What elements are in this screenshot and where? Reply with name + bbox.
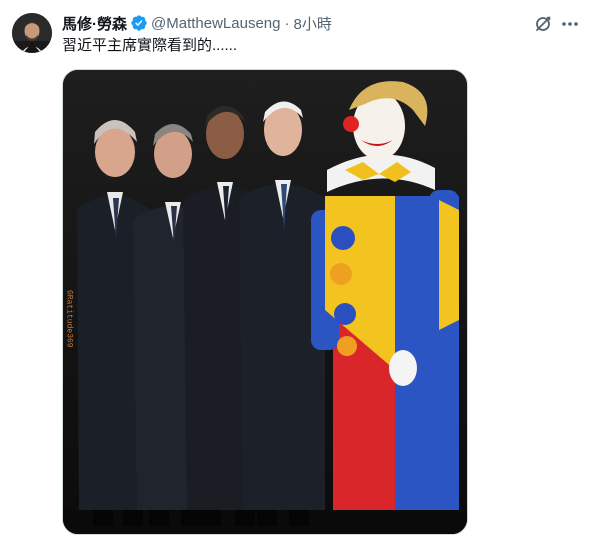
- verified-badge-icon: [130, 14, 148, 32]
- tweet-header: 馬修·勞森 @MatthewLauseng · 8小時: [62, 13, 332, 33]
- tweet-text: 習近平主席實際看到的......: [62, 37, 238, 54]
- watermark-logo: GRatitude369: [65, 290, 74, 348]
- timestamp[interactable]: 8小時: [293, 13, 331, 34]
- svg-text:GRatitude369: GRatitude369: [65, 290, 74, 348]
- author-name[interactable]: 馬修·勞森: [62, 13, 127, 34]
- tweet-media-image[interactable]: GRatitude369: [62, 69, 468, 535]
- separator-dot: ·: [284, 14, 290, 32]
- tweet[interactable]: 馬修·勞森 @MatthewLauseng · 8小時 習近平主席實際看到的..…: [0, 0, 589, 535]
- author-handle[interactable]: @MatthewLauseng: [151, 15, 280, 32]
- avatar-image: [12, 13, 52, 53]
- grok-icon[interactable]: [533, 14, 553, 34]
- photo-illustration: GRatitude369: [63, 70, 467, 534]
- avatar[interactable]: [12, 13, 52, 53]
- more-icon[interactable]: [560, 14, 580, 34]
